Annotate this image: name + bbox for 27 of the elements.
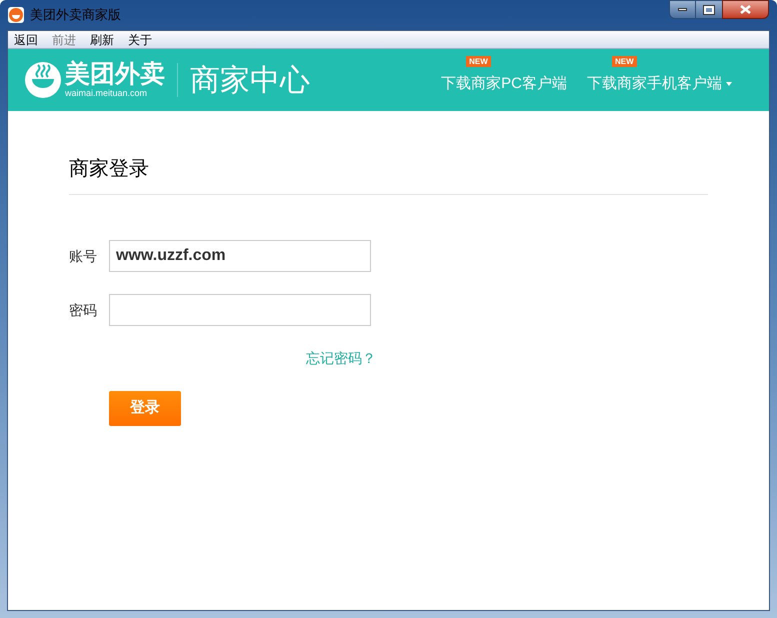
input-field[interactable] [109, 294, 371, 326]
bowl-logo-icon [25, 62, 61, 98]
brand-domain: waimai.meituan.com [65, 89, 148, 98]
maximize-icon [704, 6, 714, 14]
new-badge: NEW [612, 56, 637, 67]
menu-item[interactable]: 关于 [128, 30, 152, 48]
section-title: 商家中心 [190, 62, 310, 98]
close-icon [740, 5, 751, 14]
maximize-button[interactable] [696, 0, 722, 19]
new-badge: NEW [466, 56, 491, 67]
forgot-password-link[interactable]: 忘记密码？ [306, 348, 376, 369]
input-field[interactable]: www.uzzf.com [109, 240, 371, 272]
login-button[interactable]: 登录 [109, 391, 181, 426]
app-logo-icon [8, 7, 24, 23]
menu-item[interactable]: 刷新 [90, 30, 114, 48]
brand-name: 美团外卖 [65, 62, 165, 87]
close-button[interactable] [722, 0, 769, 19]
window-title: 美团外卖商家版 [30, 6, 121, 24]
download-link[interactable]: 下载商家手机客户端 [587, 72, 722, 96]
minimize-button[interactable] [669, 0, 696, 19]
download-link[interactable]: 下载商家PC客户端 [441, 72, 567, 96]
menu-item[interactable]: 返回 [14, 30, 38, 48]
dropdown-caret-icon [726, 82, 732, 86]
field-label: 密码 [69, 300, 98, 320]
minimize-icon [678, 8, 687, 11]
field-label: 账号 [69, 246, 98, 266]
login-title: 商家登录 [69, 154, 708, 195]
